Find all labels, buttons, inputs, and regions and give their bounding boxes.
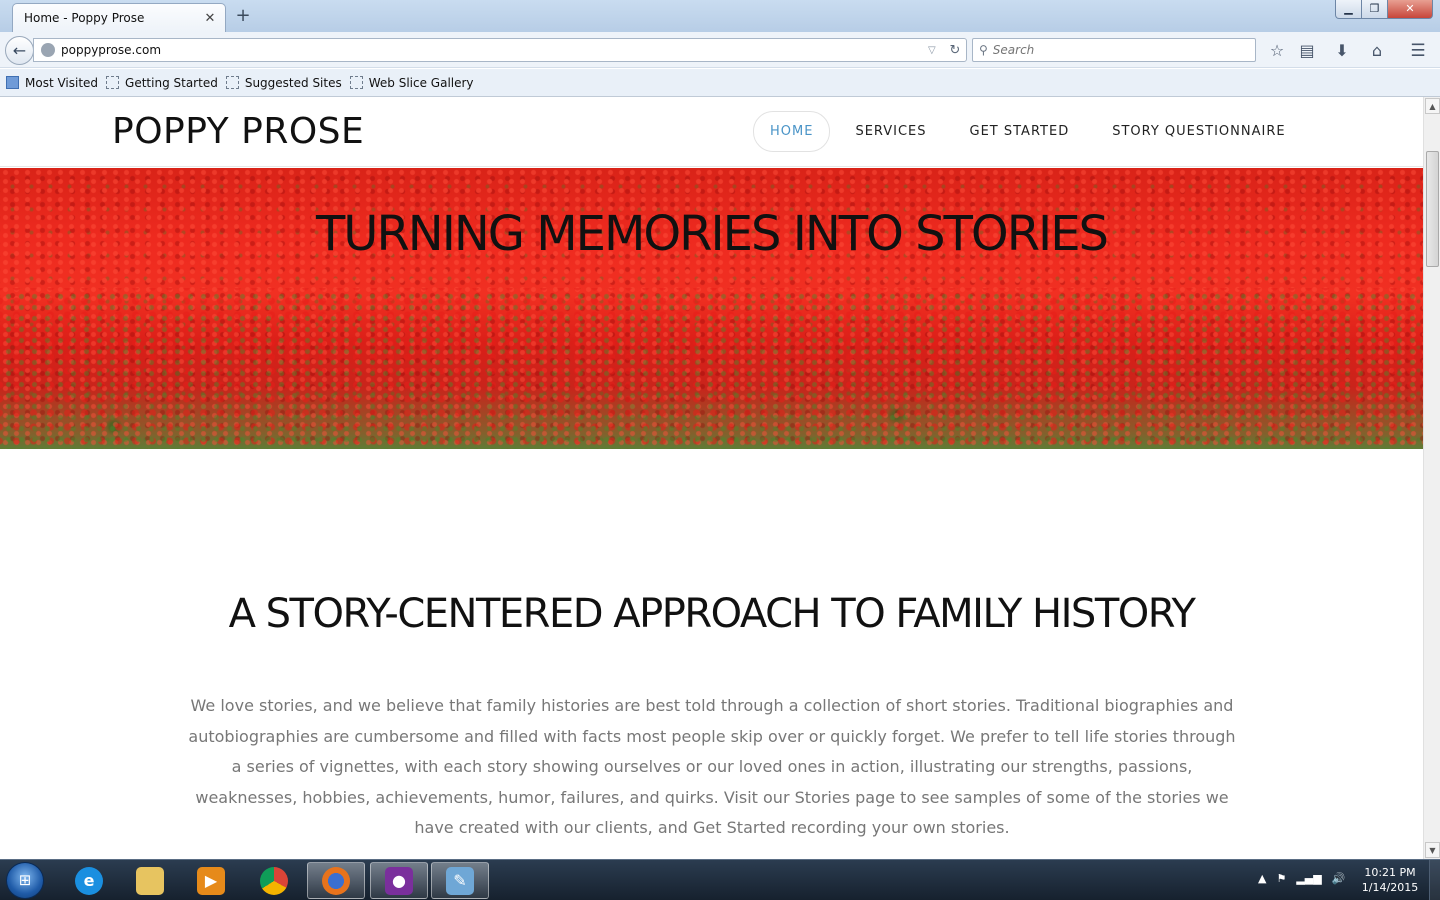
maximize-button[interactable]: ❐ (1361, 0, 1388, 19)
taskbar-screen-recorder[interactable]: ● (370, 862, 428, 899)
tab-home[interactable]: Home - Poppy Prose ✕ (12, 3, 226, 32)
chrome-icon (260, 866, 288, 895)
reload-icon[interactable]: ↻ (944, 43, 966, 58)
bookmark-most-visited[interactable]: Most Visited (6, 76, 98, 90)
network-signal-icon[interactable]: ▂▄▆ (1296, 872, 1321, 885)
bookmark-label: Web Slice Gallery (368, 75, 474, 90)
screen-recorder-icon: ● (385, 866, 413, 895)
folder-icon (136, 866, 164, 895)
taskbar-windows-explorer[interactable] (121, 862, 179, 899)
site-logo[interactable]: POPPY PROSE (112, 111, 364, 152)
tab-close-icon[interactable]: ✕ (203, 11, 217, 26)
media-player-icon: ▶ (197, 866, 225, 895)
action-center-flag-icon[interactable]: ⚑ (1276, 872, 1286, 885)
taskbar-internet-explorer[interactable]: e (60, 862, 118, 899)
nav-services[interactable]: SERVICES (837, 111, 944, 152)
page-scrollbar[interactable]: ▲ ▼ (1423, 97, 1440, 859)
show-hidden-icons-icon[interactable]: ▲ (1258, 872, 1266, 885)
clock-date: 1/14/2015 (1361, 881, 1419, 894)
bookmarks-toolbar: Most Visited Getting Started Suggested S… (0, 69, 1440, 97)
bookmark-suggested-sites[interactable]: Suggested Sites (225, 75, 342, 90)
clock[interactable]: 10:21 PM 1/14/2015 (1356, 865, 1424, 895)
bookmark-label: Most Visited (25, 75, 99, 90)
globe-icon (41, 43, 55, 57)
clock-time: 10:21 PM (1364, 866, 1416, 879)
show-desktop-button[interactable] (1429, 860, 1440, 900)
page-icon (106, 76, 120, 89)
site-header: POPPY PROSE HOME SERVICES GET STARTED ST… (0, 97, 1423, 167)
system-tray: ▲ ⚑ ▂▄▆ 🔊 (1258, 872, 1345, 885)
bookmark-getting-started[interactable]: Getting Started (106, 76, 218, 90)
hamburger-menu-icon[interactable]: ☰ (1408, 41, 1428, 61)
search-icon: ⚲ (979, 43, 988, 57)
bookmark-web-slice-gallery[interactable]: Web Slice Gallery (349, 75, 474, 90)
volume-icon[interactable]: 🔊 (1332, 872, 1346, 885)
url-bar[interactable]: poppyprose.com ▽ ↻ (33, 38, 967, 62)
nav-get-started[interactable]: GET STARTED (952, 111, 1088, 152)
hero-title: TURNING MEMORIES INTO STORIES (315, 206, 1109, 262)
search-input[interactable] (992, 43, 1255, 57)
bookmark-star-icon[interactable]: ☆ (1267, 41, 1287, 61)
poppy-field-foreground (0, 288, 1423, 449)
start-button[interactable]: ⊞ (6, 862, 44, 899)
section-body: We love stories, and we believe that fam… (188, 696, 1236, 837)
scrollbar-thumb[interactable] (1426, 151, 1439, 267)
nav-home[interactable]: HOME (753, 111, 831, 152)
bookmark-label: Suggested Sites (244, 75, 342, 90)
browser-titlebar: Home - Poppy Prose ✕ + ▁ ❐ ✕ (0, 0, 1440, 32)
tab-title: Home - Poppy Prose (24, 11, 145, 25)
site-nav: HOME SERVICES GET STARTED STORY QUESTION… (753, 111, 1311, 152)
url-text[interactable]: poppyprose.com (61, 43, 928, 57)
windows-taskbar: ⊞ e ▶ ● ✎ ▲ ⚑ ▂▄▆ 🔊 10:21 PM 1/14/2015 (0, 859, 1440, 900)
taskbar-chrome[interactable] (245, 862, 303, 899)
most-visited-icon (6, 76, 19, 89)
taskbar-firefox[interactable] (307, 862, 365, 899)
taskbar-media-player[interactable]: ▶ (182, 862, 240, 899)
nav-story-questionnaire[interactable]: STORY QUESTIONNAIRE (1094, 111, 1303, 152)
scroll-down-arrow-icon[interactable]: ▼ (1425, 842, 1440, 858)
bookmarks-menu-icon[interactable]: ▤ (1297, 41, 1317, 61)
browser-toolbar: ← poppyprose.com ▽ ↻ ⚲ ☆ ▤ ⬇ ⌂ ☰ (0, 32, 1440, 68)
hero-banner: TURNING MEMORIES INTO STORIES (0, 168, 1423, 449)
firefox-icon (322, 866, 350, 895)
home-icon[interactable]: ⌂ (1367, 41, 1387, 61)
scroll-up-arrow-icon[interactable]: ▲ (1425, 98, 1440, 114)
page-icon (225, 76, 239, 89)
internet-explorer-icon: e (75, 866, 103, 895)
download-icon[interactable]: ⬇ (1332, 41, 1352, 61)
bookmark-label: Getting Started (125, 75, 218, 90)
taskbar-paint[interactable]: ✎ (431, 862, 489, 899)
window-close-button[interactable]: ✕ (1387, 0, 1433, 19)
search-bar[interactable]: ⚲ (972, 38, 1256, 62)
back-button[interactable]: ← (5, 36, 34, 65)
minimize-button[interactable]: ▁ (1335, 0, 1362, 19)
new-tab-button[interactable]: + (234, 6, 252, 26)
section-title: A STORY-CENTERED APPROACH TO FAMILY HIST… (228, 591, 1196, 637)
paint-palette-icon: ✎ (446, 866, 474, 895)
dropdown-arrow-icon[interactable]: ▽ (928, 45, 944, 56)
page-icon (349, 76, 363, 89)
